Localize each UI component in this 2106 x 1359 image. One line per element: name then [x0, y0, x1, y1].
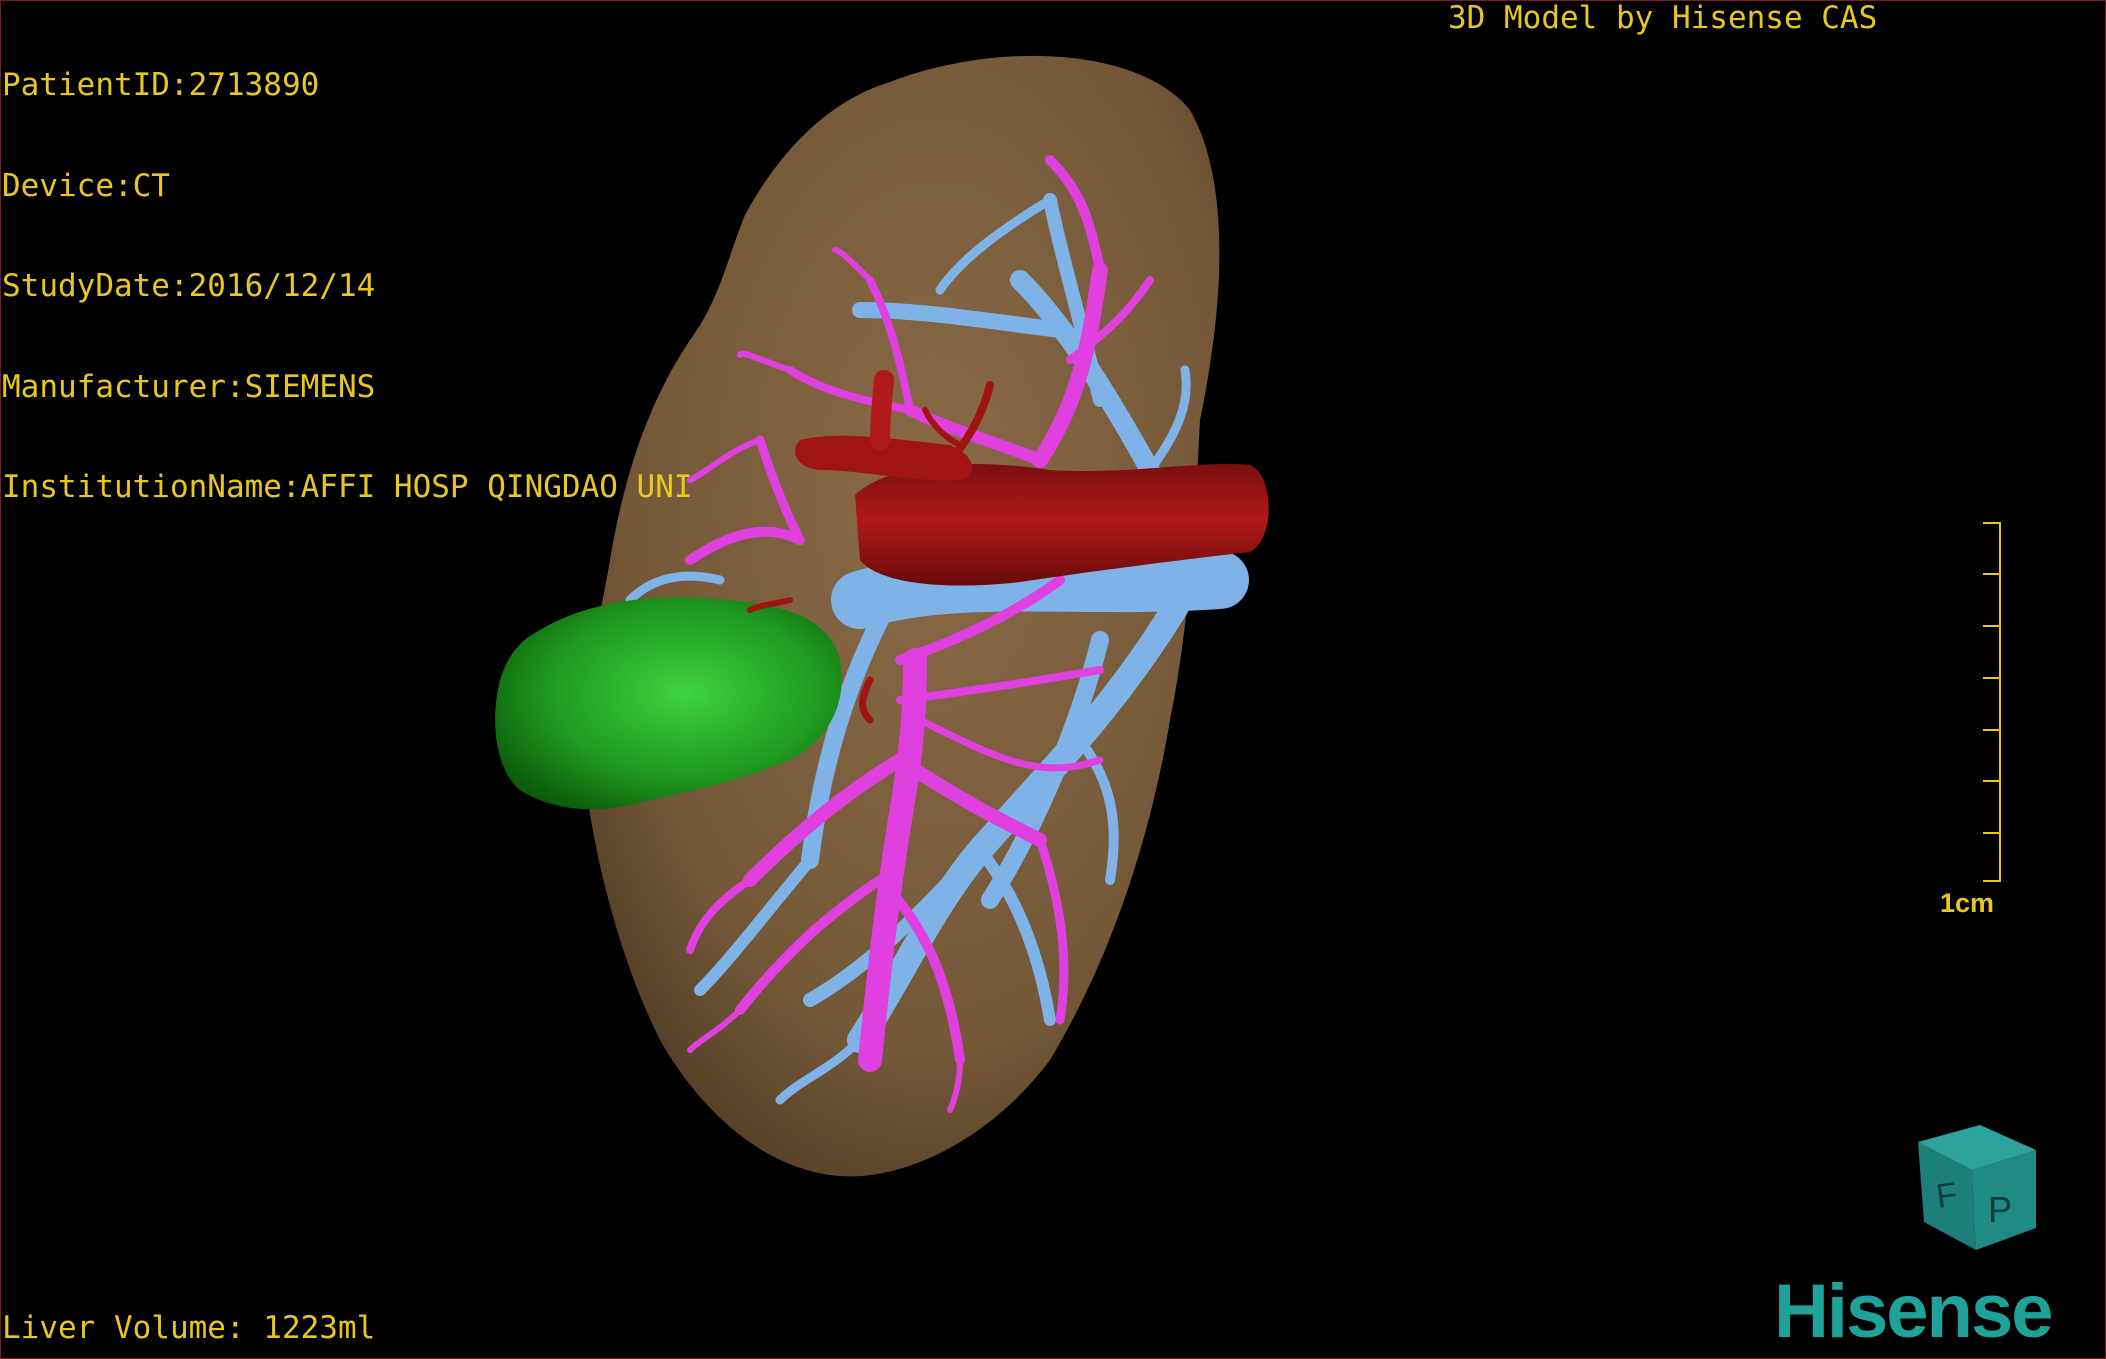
device: Device:CT: [2, 167, 170, 204]
institution-name: InstitutionName:AFFI HOSP QINGDAO UNI: [2, 469, 693, 505]
liver-volume-readout: Liver Volume: 1223ml: [2, 1310, 376, 1346]
scale-bar-label: 1cm: [1940, 888, 1995, 918]
patient-id: PatientID:2713890: [2, 67, 320, 103]
patient-info-overlay: PatientID:2713890 Device:CT StudyDate:20…: [2, 2, 693, 538]
hisense-logo: Hisense: [1774, 1269, 2053, 1354]
study-date: StudyDate:2016/12/14: [2, 268, 376, 304]
manufacturer: Manufacturer:SIEMENS: [2, 368, 376, 405]
scale-bar: [1983, 522, 2001, 882]
model-credit: 3D Model by Hisense CAS: [1448, 0, 1878, 36]
cube-face-posterior-label: P: [1988, 1189, 2012, 1230]
orientation-cube[interactable]: F P: [1918, 1125, 2036, 1250]
